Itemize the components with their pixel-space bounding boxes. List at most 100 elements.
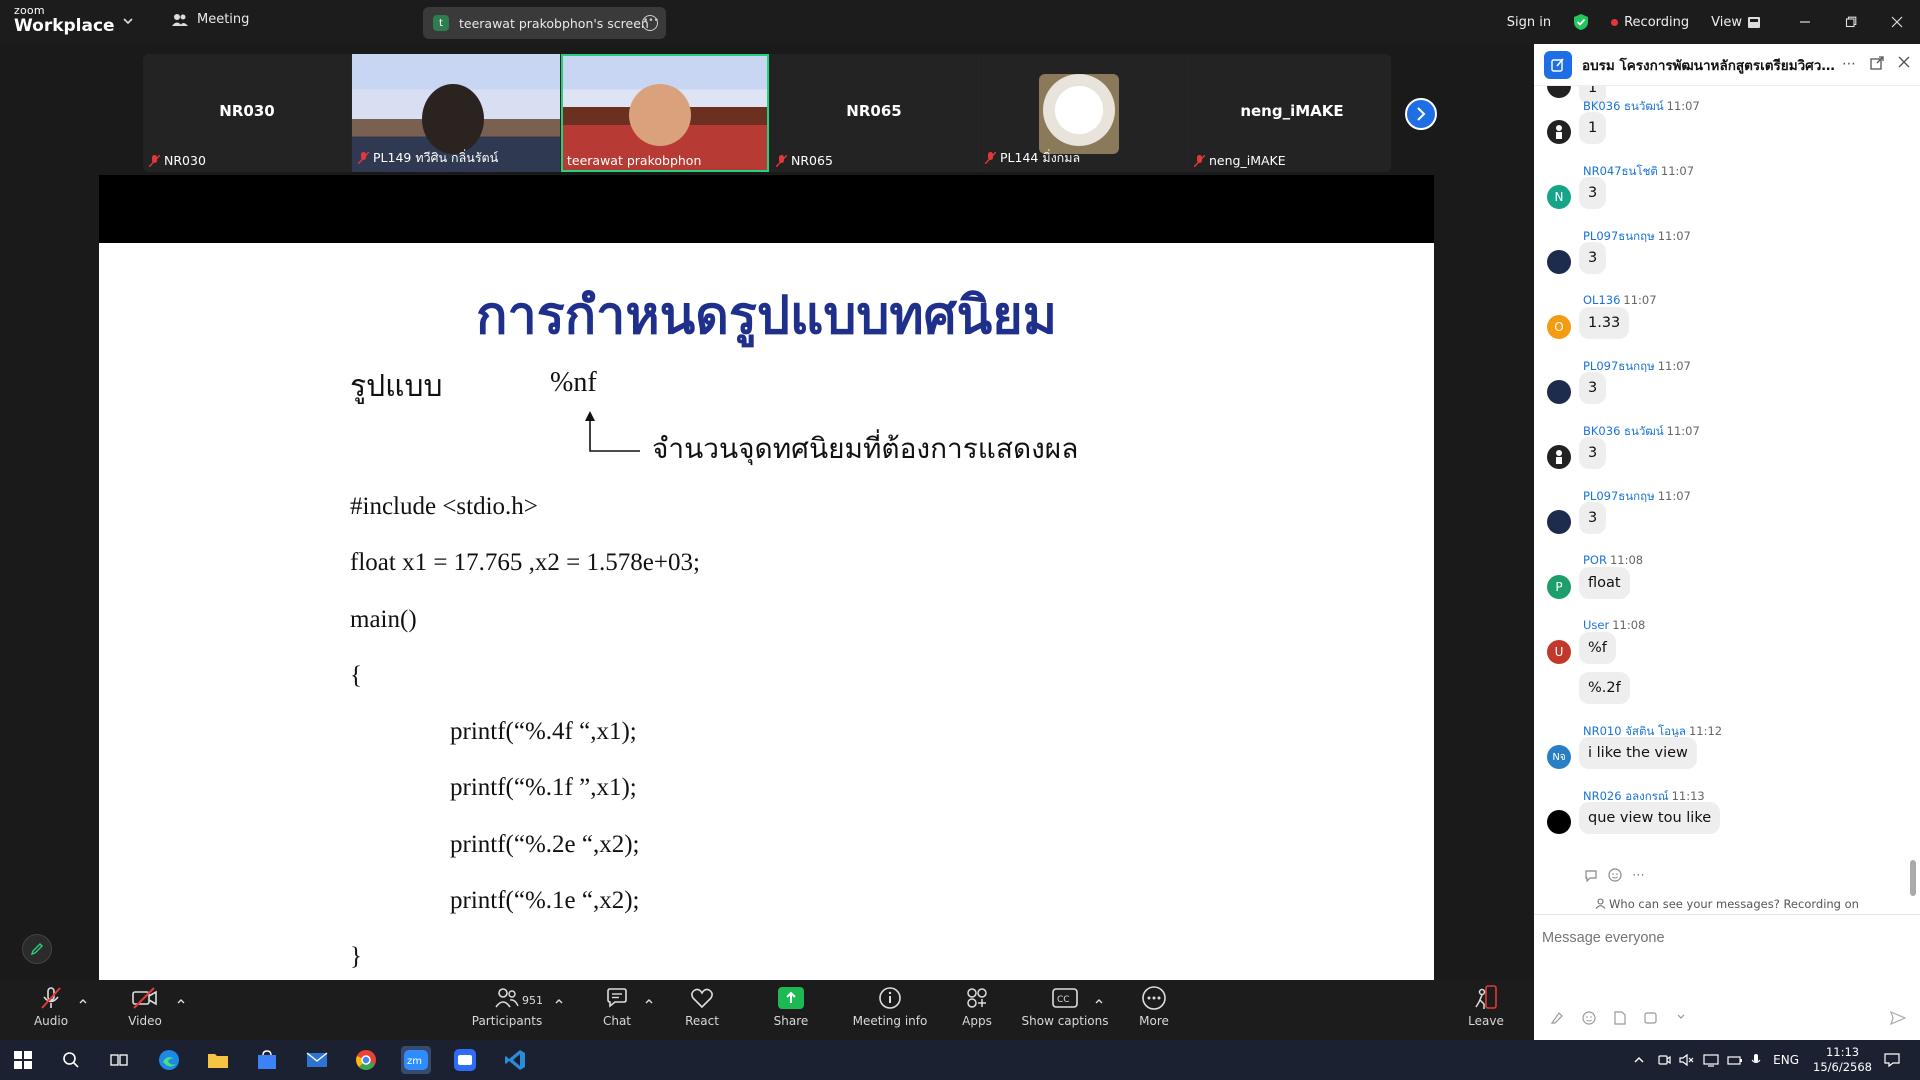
close-window-button[interactable] bbox=[1874, 0, 1920, 44]
sender-name[interactable]: NR026 อลงกรณ์ bbox=[1583, 789, 1669, 803]
react-button[interactable]: React bbox=[667, 984, 737, 1036]
participant-tile[interactable]: PL144 มิ่งกมล bbox=[979, 54, 1187, 172]
sender-name[interactable]: NR010 จัสติน โอนูล bbox=[1583, 724, 1686, 738]
input-language[interactable]: ENG bbox=[1773, 1053, 1799, 1067]
message-input[interactable] bbox=[1542, 925, 1902, 951]
screenshot-icon[interactable] bbox=[1644, 1011, 1658, 1025]
audio-button[interactable]: Audio bbox=[16, 984, 86, 1036]
participant-label: NR065 bbox=[776, 153, 833, 168]
chat-scrollbar[interactable] bbox=[1910, 860, 1916, 896]
pop-out-icon[interactable] bbox=[1870, 56, 1884, 70]
participant-tile[interactable]: NR065 NR065 bbox=[770, 54, 978, 172]
sender-name[interactable]: OL136 bbox=[1583, 293, 1620, 307]
participant-name: PL149 ทวีศิน กลิ่นรัตน์ bbox=[373, 150, 499, 165]
network-icon[interactable] bbox=[1703, 1053, 1719, 1067]
close-icon[interactable] bbox=[1898, 56, 1910, 68]
meeting-menu[interactable]: Meeting bbox=[172, 12, 249, 27]
participants-button[interactable]: Participants bbox=[471, 984, 543, 1036]
sender-name[interactable]: BK036 ธนวัฒน์ bbox=[1583, 99, 1664, 113]
chat-compose-icon[interactable] bbox=[1544, 50, 1572, 79]
sender-avatar bbox=[1547, 510, 1571, 534]
sender-avatar: N bbox=[1547, 185, 1571, 209]
sender-name[interactable]: PL097ธนกฤษ bbox=[1583, 229, 1655, 243]
zoom-app[interactable]: zm bbox=[401, 1046, 431, 1074]
sender-name[interactable]: NR047ธนโชติ bbox=[1583, 164, 1658, 178]
format-text-icon[interactable] bbox=[1550, 1011, 1564, 1025]
participant-tile[interactable]: NR030 NR030 bbox=[143, 54, 351, 172]
more-button[interactable]: More bbox=[1119, 984, 1189, 1036]
chat-button[interactable]: Chat bbox=[582, 984, 652, 1036]
captions-caret-icon[interactable] bbox=[1094, 996, 1104, 1006]
video-button[interactable]: Video bbox=[110, 984, 180, 1036]
shared-screen-black-bar bbox=[99, 175, 1434, 243]
arrow-note: จำนวนจุดทศนิยมที่ต้องการแสดงผล bbox=[652, 432, 1079, 465]
participant-video-tile[interactable]: PL149 ทวีศิน กลิ่นรัตน์ bbox=[352, 54, 560, 172]
chat-message-list[interactable]: 1 BK036 ธนวัฒน์ 11:07 1 NR047ธนโชติ 11:07 … bbox=[1534, 86, 1920, 888]
shared-screen-tab[interactable]: t teerawat prakobphon's screen ••• bbox=[423, 7, 666, 39]
share-screen-button[interactable]: Share bbox=[756, 984, 826, 1036]
more-options-icon[interactable]: ••• bbox=[642, 15, 659, 31]
microphone-icon[interactable] bbox=[1751, 1053, 1761, 1067]
taskbar-clock[interactable]: 11:13 15/6/2568 bbox=[1813, 1045, 1872, 1075]
chevron-up-icon[interactable] bbox=[1633, 1054, 1645, 1066]
start-button[interactable] bbox=[8, 1046, 38, 1074]
file-icon[interactable] bbox=[1614, 1011, 1626, 1025]
emoji-icon[interactable] bbox=[1582, 1011, 1596, 1025]
sender-name[interactable]: PL097ธนกฤษ bbox=[1583, 359, 1655, 373]
security-shield[interactable] bbox=[1573, 13, 1589, 31]
slide-title: การกำหนดรูปแบบทศนิยม bbox=[476, 285, 1057, 346]
chevron-down-icon[interactable] bbox=[122, 15, 134, 27]
meeting-info-button[interactable]: Meeting info bbox=[850, 984, 930, 1036]
notifications-icon[interactable] bbox=[1884, 1052, 1900, 1068]
video-options-caret-icon[interactable] bbox=[176, 996, 186, 1006]
chevron-down-icon[interactable] bbox=[1676, 1011, 1686, 1021]
sender-name[interactable]: User bbox=[1583, 618, 1609, 632]
recording-indicator[interactable]: Recording bbox=[1611, 15, 1689, 30]
chrome-app[interactable] bbox=[351, 1046, 381, 1074]
participant-tile[interactable]: neng_iMAKE neng_iMAKE bbox=[1188, 54, 1391, 172]
message-time: 11:07 bbox=[1623, 293, 1657, 307]
participants-caret-icon[interactable] bbox=[554, 996, 564, 1006]
sender-name[interactable]: BK036 ธนวัฒน์ bbox=[1583, 424, 1664, 438]
gallery-next-button[interactable] bbox=[1405, 98, 1437, 130]
mail-app[interactable] bbox=[302, 1046, 332, 1074]
audio-options-caret-icon[interactable] bbox=[78, 996, 88, 1006]
annotate-button[interactable] bbox=[22, 934, 52, 964]
minimize-button[interactable] bbox=[1782, 0, 1828, 44]
message-time: 11:08 bbox=[1609, 553, 1644, 567]
sender-avatar bbox=[1547, 120, 1571, 144]
battery-icon[interactable] bbox=[1727, 1053, 1743, 1067]
task-view-button[interactable] bbox=[104, 1046, 134, 1074]
restore-button[interactable] bbox=[1828, 0, 1874, 44]
more-actions-icon[interactable]: ⋯ bbox=[1632, 868, 1645, 883]
show-captions-button[interactable]: CC Show captions bbox=[1021, 984, 1109, 1036]
apps-button[interactable]: Apps bbox=[942, 984, 1012, 1036]
message-actions: ⋯ bbox=[1584, 868, 1645, 883]
sender-avatar bbox=[1547, 445, 1571, 469]
search-button[interactable] bbox=[56, 1046, 86, 1074]
message-bubble: %.2f bbox=[1579, 672, 1630, 704]
message-bubble: que view tou like bbox=[1579, 802, 1721, 834]
active-speaker-tile[interactable]: teerawat prakobphon bbox=[561, 54, 769, 172]
camera-in-use-icon[interactable] bbox=[1657, 1053, 1671, 1067]
vscode-app[interactable] bbox=[500, 1046, 530, 1074]
store-app[interactable] bbox=[252, 1046, 282, 1074]
visibility-note[interactable]: Who can see your messages? Recording on bbox=[1534, 897, 1920, 911]
speaker-muted-icon[interactable] bbox=[1679, 1053, 1695, 1067]
sign-in-button[interactable]: Sign in bbox=[1507, 15, 1551, 30]
message-bubble: 3 bbox=[1579, 437, 1607, 469]
leave-button[interactable]: Leave bbox=[1451, 984, 1521, 1036]
zoom-meeting-app[interactable] bbox=[450, 1046, 480, 1074]
chat-more-options-icon[interactable]: ⋯ bbox=[1842, 56, 1856, 72]
file-explorer-app[interactable] bbox=[203, 1046, 233, 1074]
chat-caret-icon[interactable] bbox=[644, 996, 654, 1006]
apps-label: Apps bbox=[962, 1014, 992, 1028]
sender-name[interactable]: PL097ธนกฤษ bbox=[1583, 489, 1655, 503]
send-icon[interactable] bbox=[1890, 1011, 1906, 1025]
reply-icon[interactable] bbox=[1584, 868, 1598, 882]
sender-name[interactable]: POR bbox=[1583, 553, 1607, 567]
edge-app[interactable] bbox=[154, 1046, 184, 1074]
view-menu[interactable]: View bbox=[1711, 15, 1760, 30]
chat-title: อบรม โครงการพัฒนาหลักสูตรเตรียมวิศวก... bbox=[1582, 57, 1837, 74]
add-reaction-icon[interactable] bbox=[1608, 868, 1622, 882]
